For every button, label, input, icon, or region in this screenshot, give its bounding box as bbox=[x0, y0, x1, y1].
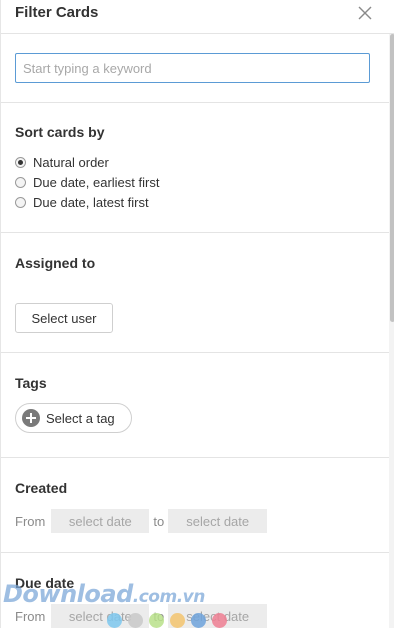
tags-section-title: Tags bbox=[15, 375, 47, 391]
due-from-date-picker[interactable]: select date bbox=[51, 604, 150, 628]
due-to-date-picker[interactable]: select date bbox=[168, 604, 268, 628]
select-tag-button[interactable]: Select a tag bbox=[15, 403, 132, 433]
sort-option-label: Natural order bbox=[33, 154, 109, 170]
due-date-range: From select date to select date bbox=[15, 604, 268, 628]
assigned-section: Assigned to bbox=[1, 233, 389, 353]
select-tag-label: Select a tag bbox=[46, 410, 115, 426]
close-icon[interactable] bbox=[357, 5, 373, 21]
radio-checked-icon[interactable] bbox=[15, 156, 26, 168]
select-user-button[interactable]: Select user bbox=[15, 303, 113, 333]
created-from-label: From bbox=[15, 513, 46, 529]
plus-circle-icon bbox=[22, 409, 40, 427]
panel-header: Filter Cards bbox=[1, 0, 394, 34]
scrollbar-thumb[interactable] bbox=[390, 34, 394, 322]
created-section: Created bbox=[1, 458, 389, 553]
keyword-search-input[interactable] bbox=[15, 53, 370, 83]
created-section-title: Created bbox=[15, 480, 68, 496]
due-from-label: From bbox=[15, 608, 46, 624]
sort-option-due-earliest[interactable]: Due date, earliest first bbox=[15, 174, 159, 190]
due-date-section-title: Due date bbox=[15, 575, 75, 591]
sort-option-label: Due date, latest first bbox=[33, 194, 149, 210]
sort-section-title: Sort cards by bbox=[15, 124, 105, 140]
radio-unchecked-icon[interactable] bbox=[15, 196, 26, 208]
created-to-date-picker[interactable]: select date bbox=[168, 509, 268, 533]
radio-unchecked-icon[interactable] bbox=[15, 176, 26, 188]
created-to-label: to bbox=[153, 513, 165, 529]
assigned-section-title: Assigned to bbox=[15, 255, 96, 271]
sort-option-natural-order[interactable]: Natural order bbox=[15, 154, 109, 170]
due-to-label: to bbox=[153, 608, 165, 624]
filter-cards-panel: Filter Cards Sort cards by Natural order… bbox=[0, 0, 394, 628]
panel-title: Filter Cards bbox=[15, 4, 99, 21]
sort-option-label: Due date, earliest first bbox=[33, 174, 160, 190]
sort-option-due-latest[interactable]: Due date, latest first bbox=[15, 194, 149, 210]
created-from-date-picker[interactable]: select date bbox=[51, 509, 150, 533]
created-date-range: From select date to select date bbox=[15, 509, 268, 533]
